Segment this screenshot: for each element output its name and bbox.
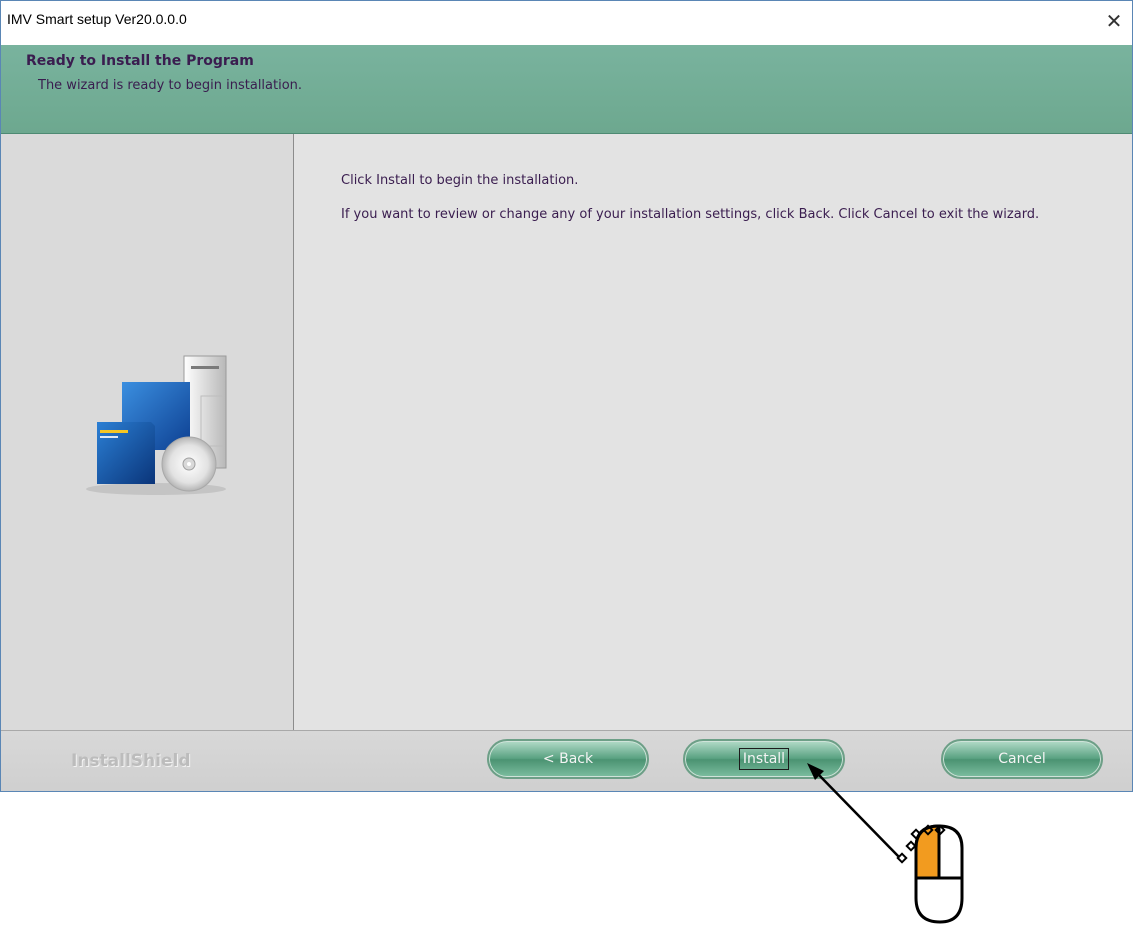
cancel-button-label: Cancel xyxy=(998,751,1046,767)
left-image-pane xyxy=(1,134,294,730)
instruction-text: Click Install to begin the installation. xyxy=(341,173,579,188)
mouse-left-click-icon xyxy=(896,824,964,924)
cancel-button[interactable]: Cancel xyxy=(941,739,1103,779)
header-banner: Ready to Install the Program The wizard … xyxy=(1,45,1132,134)
window-title: IMV Smart setup Ver20.0.0.0 xyxy=(7,11,187,27)
computer-setup-icon xyxy=(86,355,227,495)
back-button[interactable]: < Back xyxy=(487,739,649,779)
page-title: Ready to Install the Program xyxy=(26,53,254,69)
title-bar: IMV Smart setup Ver20.0.0.0 ✕ xyxy=(1,1,1132,45)
install-button[interactable]: Install xyxy=(683,739,845,779)
instruction-detail-text: If you want to review or change any of y… xyxy=(341,207,1040,222)
button-bar: InstallShield < Back Install Cancel xyxy=(1,730,1132,791)
back-button-label: < Back xyxy=(542,751,594,767)
close-icon[interactable]: ✕ xyxy=(1100,7,1128,35)
installshield-logo: InstallShield xyxy=(71,751,191,771)
install-button-label: Install xyxy=(738,748,790,770)
page-subtitle: The wizard is ready to begin installatio… xyxy=(38,78,303,93)
main-content-pane: Click Install to begin the installation.… xyxy=(294,134,1132,730)
installer-window: IMV Smart setup Ver20.0.0.0 ✕ Ready to I… xyxy=(0,0,1133,792)
